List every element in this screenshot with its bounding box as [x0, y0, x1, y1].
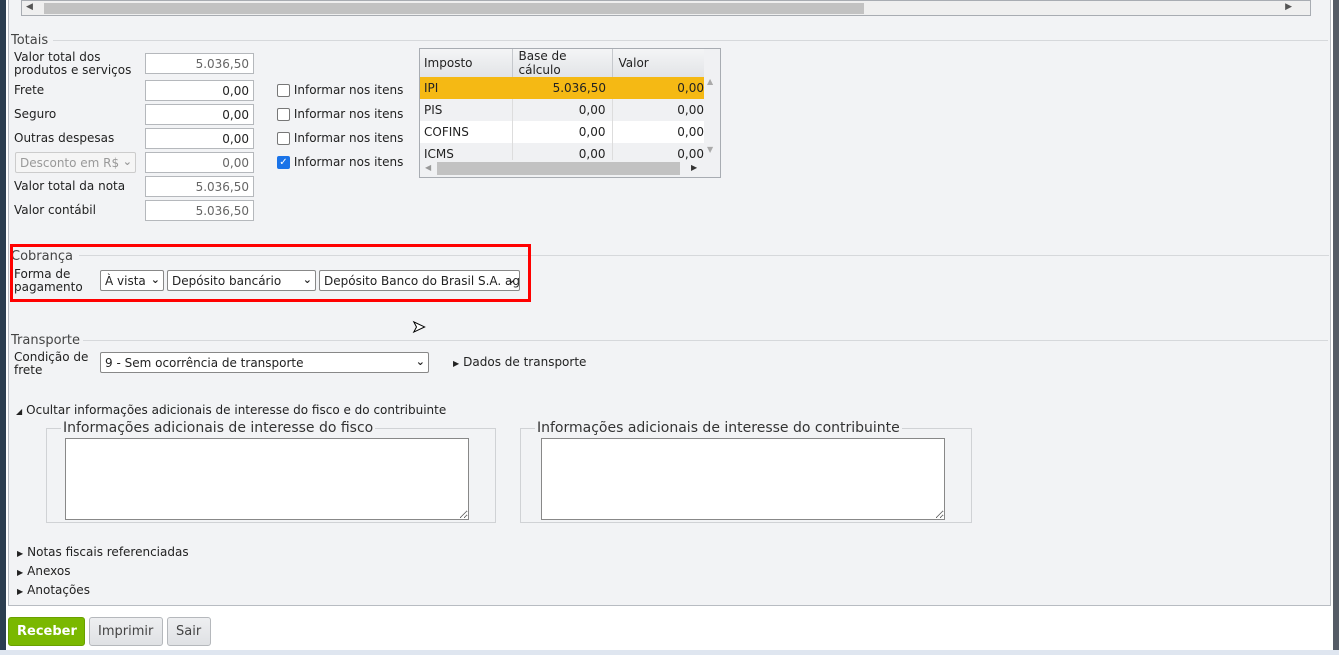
outras-despesas-field[interactable]: 0,00	[145, 128, 254, 149]
valor-produtos-label: Valor total dos produtos e serviços	[14, 50, 132, 77]
col-imposto[interactable]: Imposto	[420, 49, 513, 77]
chevron-down-icon: ⌄	[122, 155, 132, 168]
outras-despesas-label: Outras despesas	[14, 131, 115, 145]
highlight-box	[10, 244, 531, 302]
fisco-fieldset: Informações adicionais de interesse do f…	[46, 420, 496, 523]
checkmark-icon: ✓	[277, 156, 290, 169]
valor-nota-label: Valor total da nota	[14, 179, 126, 193]
chevron-down-icon: ⌄	[415, 355, 425, 368]
expander-notas-referenciadas[interactable]: ▶ Notas fiscais referenciadas	[17, 545, 189, 559]
informar-desconto-checkbox[interactable]: ✓ Informar nos itens	[277, 155, 403, 169]
table-row[interactable]: IPI 5.036,50 0,00	[420, 77, 704, 99]
sair-button[interactable]: Sair	[167, 617, 211, 646]
grid-horizontal-scrollbar[interactable]: ◀ ▶	[420, 160, 704, 177]
triangle-right-icon: ▶	[17, 587, 24, 596]
scroll-up-icon[interactable]: ▲	[707, 77, 713, 86]
contribuinte-textarea[interactable]	[541, 438, 945, 520]
bottom-strip	[0, 650, 1339, 655]
expander-anexos[interactable]: ▶ Anexos	[17, 564, 70, 578]
col-base[interactable]: Base de cálculo	[512, 49, 613, 77]
informar-frete-checkbox[interactable]: Informar nos itens	[277, 83, 403, 97]
valor-nota-field: 5.036,50	[145, 176, 254, 197]
totais-title: Totais	[11, 33, 49, 48]
scroll-down-icon[interactable]: ▼	[707, 145, 713, 154]
desconto-field: 0,00	[145, 152, 254, 173]
table-row[interactable]: COFINS 0,00 0,00	[420, 121, 704, 143]
mouse-cursor-icon: ➤	[411, 317, 426, 337]
triangle-right-icon: ▶	[453, 359, 460, 368]
fisco-textarea[interactable]	[65, 438, 469, 520]
informar-seguro-checkbox[interactable]: Informar nos itens	[277, 107, 403, 121]
frete-field[interactable]: 0,00	[145, 80, 254, 101]
table-row[interactable]: PIS 0,00 0,00	[420, 99, 704, 121]
nota-panel: ◀ ▶ Totais Valor total dos produtos e se…	[8, 0, 1331, 606]
valor-produtos-field: 5.036,50	[145, 53, 254, 74]
transporte-title: Transporte	[11, 333, 80, 348]
condicao-frete-select[interactable]: 9 - Sem ocorrência de transporte ⌄	[100, 352, 429, 373]
contribuinte-fieldset: Informações adicionais de interesse do c…	[520, 420, 972, 523]
triangle-down-icon: ◢	[16, 407, 23, 416]
window-right-edge	[1333, 0, 1339, 650]
condicao-frete-label: Condição de frete	[14, 350, 89, 377]
informar-outras-checkbox[interactable]: Informar nos itens	[277, 131, 403, 145]
valor-contabil-label: Valor contábil	[14, 203, 96, 217]
imprimir-button[interactable]: Imprimir	[89, 617, 163, 646]
triangle-right-icon: ▶	[17, 549, 24, 558]
toggle-adicionais[interactable]: ◢ Ocultar informações adicionais de inter…	[16, 403, 446, 417]
triangle-right-icon: ▶	[17, 568, 24, 577]
expander-anotacoes[interactable]: ▶ Anotações	[17, 583, 90, 597]
scroll-thumb[interactable]	[44, 3, 864, 14]
scroll-right-icon[interactable]: ▶	[1285, 2, 1292, 12]
seguro-field[interactable]: 0,00	[145, 104, 254, 125]
col-valor[interactable]: Valor	[612, 49, 704, 77]
window-left-edge	[0, 0, 6, 650]
items-horizontal-scrollbar[interactable]: ◀ ▶	[21, 0, 1311, 16]
receber-button[interactable]: Receber	[8, 617, 85, 646]
frete-label: Frete	[14, 83, 45, 97]
desconto-type-select: Desconto em R$ ⌄	[15, 152, 136, 173]
scroll-left-icon[interactable]: ◀	[26, 2, 33, 12]
dados-transporte-link[interactable]: ▶ Dados de transporte	[453, 355, 586, 369]
valor-contabil-field: 5.036,50	[145, 200, 254, 221]
seguro-label: Seguro	[14, 107, 57, 121]
impostos-grid: Imposto Base de cálculo Valor IPI 5.036,5…	[419, 48, 721, 178]
